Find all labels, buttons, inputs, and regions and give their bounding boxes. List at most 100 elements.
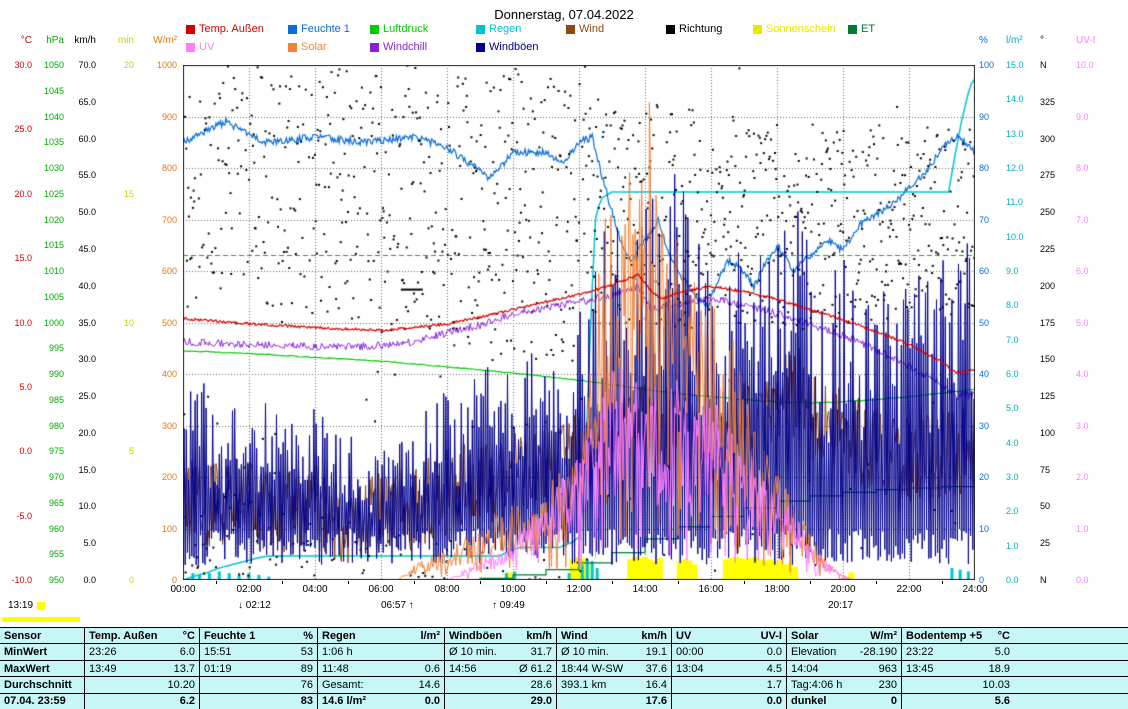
x-axis-label: 24:00 <box>962 584 987 595</box>
legend-item-richtung: Richtung <box>666 24 722 35</box>
table-cell-content: 11:480.6 <box>322 663 440 675</box>
table-cell-content: Windkm/h <box>561 630 667 642</box>
table-cell-content: Ø 10 min.31.7 <box>449 646 552 658</box>
humidity-axis-tick: 90 <box>979 113 1003 122</box>
windspeed-axis-tick: 10.0 <box>68 502 96 511</box>
pressure-axis-tick: 955 <box>36 550 64 559</box>
table-cell-left: Ø 10 min. <box>561 646 609 658</box>
legend-item-luftdruck: Luftdruck <box>370 24 428 35</box>
pressure-axis-tick: 1050 <box>36 61 64 70</box>
pressure-axis-tick: 960 <box>36 525 64 534</box>
legend-label: ET <box>861 24 875 35</box>
table-cell-left: 393.1 km <box>561 679 606 691</box>
table-cell-left: 13:45 <box>906 663 934 675</box>
table-cell-value: 83 <box>301 695 313 707</box>
table-cell: 13:4913.7 <box>85 661 200 676</box>
table-cell-content: Ø 10 min.19.1 <box>561 646 667 658</box>
axis-unit-windspeed-axis: km/h <box>68 36 96 46</box>
rain-axis-tick: 8.0 <box>1006 301 1036 310</box>
legend-swatch <box>288 43 297 52</box>
table-cell-content: 28.6 <box>449 679 552 691</box>
solar-axis-tick: 100 <box>140 525 177 534</box>
table-cell: Gesamt:14.6 <box>318 677 445 692</box>
rain-axis-tick: 7.0 <box>1006 336 1036 345</box>
windspeed-axis-tick: 50.0 <box>68 208 96 217</box>
legend-swatch <box>476 43 485 52</box>
uv-axis-tick: 5.0 <box>1076 319 1108 328</box>
table-cell-value: 16.4 <box>646 679 667 691</box>
temp-axis-tick: 25.0 <box>2 125 32 134</box>
direction-axis-tick: N <box>1040 576 1068 585</box>
solar-axis-tick: 500 <box>140 319 177 328</box>
table-cell-left: Temp. Außen <box>89 630 157 642</box>
table-cell-value: 0 <box>891 695 897 707</box>
pressure-axis-tick: 1025 <box>36 190 64 199</box>
direction-axis-tick: 300 <box>1040 135 1068 144</box>
table-cell-content: 01:1989 <box>204 663 313 675</box>
table-cell-left: Windböen <box>449 630 502 642</box>
axis-unit-humidity-axis: % <box>979 36 1003 46</box>
pressure-axis-tick: 1035 <box>36 138 64 147</box>
table-cell-content: 17.6 <box>561 695 667 707</box>
sunshine-axis-tick: 5 <box>106 447 134 456</box>
legend-swatch <box>370 43 379 52</box>
table-cell-left: dunkel <box>791 695 826 707</box>
windspeed-axis-tick: 5.0 <box>68 539 96 548</box>
x-axis-label: 16:00 <box>698 584 723 595</box>
rain-axis-tick: 12.0 <box>1006 164 1036 173</box>
solar-axis-tick: 200 <box>140 473 177 482</box>
uv-axis-tick: 6.0 <box>1076 267 1108 276</box>
table-cell-content: 13:4518.9 <box>906 663 1010 675</box>
table-cell-content: UVUV-I <box>676 630 782 642</box>
table-cell-content: 14:56Ø 61.2 <box>449 663 552 675</box>
rain-axis-tick: 11.0 <box>1006 198 1036 207</box>
x-axis-label: 10:00 <box>500 584 525 595</box>
direction-axis-tick: 250 <box>1040 208 1068 217</box>
table-cell: Regenl/m² <box>318 628 445 643</box>
x-axis-tick <box>348 581 349 584</box>
windspeed-axis-tick: 15.0 <box>68 466 96 475</box>
table-cell-value: 5.6 <box>995 695 1010 707</box>
table-cell: 13:044.5 <box>672 661 787 676</box>
table-cell: 23:266.0 <box>85 644 200 659</box>
direction-axis-tick: 75 <box>1040 466 1068 475</box>
table-cell-left: 23:26 <box>89 646 117 658</box>
table-cell-content: 10.03 <box>906 679 1010 691</box>
legend-label: Sonnenschein <box>766 24 836 35</box>
pressure-axis-tick: 965 <box>36 499 64 508</box>
table-row-label: Durchschnitt <box>0 677 85 692</box>
legend-item-wind: Wind <box>566 24 604 35</box>
solar-axis-tick: 1000 <box>140 61 177 70</box>
legend-item-windb-en: Windböen <box>476 42 539 53</box>
direction-axis-tick: 200 <box>1040 282 1068 291</box>
table-cell-left: Wind <box>561 630 588 642</box>
table-cell: 83 <box>200 694 318 709</box>
table-cell-content: Tag:4:06 h230 <box>791 679 897 691</box>
table-cell-content: Elevation-28.190 <box>791 646 897 658</box>
legend-swatch <box>370 25 379 34</box>
temp-axis-tick: 20.0 <box>2 190 32 199</box>
table-cell-value: 0.6 <box>425 663 440 675</box>
weather-app-window: { "title": "Donnerstag, 07.04.2022", "le… <box>0 0 1128 709</box>
time-label-text: ↑ 09:49 <box>492 600 525 611</box>
legend-swatch <box>753 25 762 34</box>
table-cell-left: Tag:4:06 h <box>791 679 842 691</box>
table-cell: 29.0 <box>445 694 557 709</box>
table-cell: 76 <box>200 677 318 692</box>
table-cell-content: Temp. Außen°C <box>89 630 195 642</box>
pressure-axis-tick: 1000 <box>36 319 64 328</box>
table-cell: 14.6 l/m²0.0 <box>318 694 445 709</box>
rain-axis-tick: 4.0 <box>1006 439 1036 448</box>
windspeed-axis-tick: 25.0 <box>68 392 96 401</box>
table-cell-content: 393.1 km 16.4 <box>561 679 667 691</box>
table-cell-content: Bodentemp +5°C <box>906 630 1010 642</box>
direction-axis-tick: 125 <box>1040 392 1068 401</box>
x-axis-tick <box>810 581 811 584</box>
table-cell-value: 29.0 <box>531 695 552 707</box>
x-axis-label: 02:00 <box>236 584 261 595</box>
table-cell-value: l/m² <box>420 630 440 642</box>
weather-chart-canvas[interactable] <box>183 65 975 580</box>
table-cell-value: -28.190 <box>860 646 897 658</box>
table-cell-content: 5.6 <box>906 695 1010 707</box>
axis-unit-solar-axis: W/m² <box>140 36 177 46</box>
